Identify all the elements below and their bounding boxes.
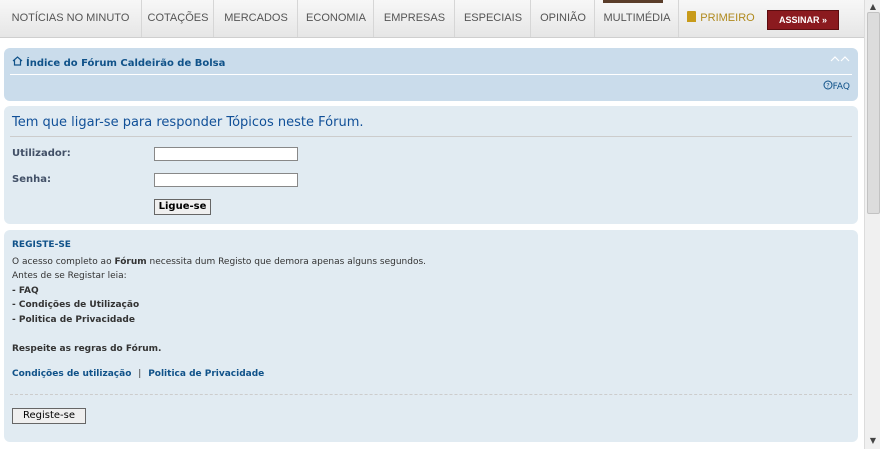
nav-item-primeiro[interactable]: PRIMEIRO <box>678 0 763 37</box>
nav-item-empresas[interactable]: EMPRESAS <box>373 0 455 37</box>
terms-link[interactable]: Condições de utilização <box>12 369 131 379</box>
login-panel: Tem que ligar-se para responder Tópicos … <box>4 106 858 224</box>
nav-item-especiais[interactable]: ESPECIAIS <box>454 0 531 37</box>
subscribe-button[interactable]: ASSINAR » <box>767 10 839 30</box>
forum-index-link[interactable]: Índice do Fórum Caldeirão de Bolsa <box>26 58 225 69</box>
nav-item-noticias-no-minuto[interactable]: NOTÍCIAS NO MINUTO <box>0 0 141 37</box>
register-intro: O acesso completo ao Fórum necessita dum… <box>12 257 426 267</box>
register-button[interactable]: Registe-se <box>12 408 86 424</box>
forum-emphasis: Fórum <box>114 257 147 267</box>
register-read-first: Antes de se Registar leia: <box>12 271 127 281</box>
promo-thumbnail <box>603 0 663 3</box>
respect-rules-text: Respeite as regras do Fórum. <box>12 344 162 354</box>
svg-text:?: ? <box>826 82 829 90</box>
nav-item-opiniao[interactable]: OPINIÃO <box>530 0 595 37</box>
vertical-scrollbar[interactable]: ▲ ▼ <box>864 0 880 449</box>
breadcrumb-panel: Índice do Fórum Caldeirão de Bolsa ? FAQ <box>4 48 858 101</box>
register-title: REGISTE-SE <box>12 240 71 250</box>
nav-item-mercados[interactable]: MERCADOS <box>213 0 298 37</box>
premium-logo-icon <box>687 11 697 22</box>
collapse-icon[interactable] <box>830 53 850 66</box>
register-links: Condições de utilização | Politica de Pr… <box>12 369 264 379</box>
subscribe-label: ASSINAR <box>778 15 820 25</box>
scroll-down-arrow-icon[interactable]: ▼ <box>868 436 878 446</box>
username-field[interactable] <box>154 147 298 161</box>
faq-link[interactable]: ? FAQ <box>823 80 850 92</box>
breadcrumb-divider <box>10 74 852 75</box>
register-divider <box>10 394 852 395</box>
register-item-faq: - FAQ <box>12 286 39 296</box>
double-chevron-icon: » <box>822 15 828 25</box>
link-separator: | <box>138 369 142 379</box>
login-button[interactable]: Ligue-se <box>154 199 211 215</box>
nav-item-multimedia[interactable]: MULTIMÉDIA <box>594 0 679 37</box>
register-item-terms: - Condições de Utilização <box>12 300 140 310</box>
username-label: Utilizador: <box>12 148 71 159</box>
faq-label: FAQ <box>832 82 850 92</box>
nav-premium-label: PRIMEIRO <box>700 12 755 24</box>
register-panel: REGISTE-SE O acesso completo ao Fórum ne… <box>4 230 858 442</box>
register-intro-text-end: necessita dum Registo que demora apenas … <box>146 257 427 267</box>
home-icon <box>12 56 23 69</box>
scroll-up-arrow-icon[interactable]: ▲ <box>868 2 878 12</box>
login-heading: Tem que ligar-se para responder Tópicos … <box>12 115 364 130</box>
password-field[interactable] <box>154 173 298 187</box>
login-divider <box>10 136 852 137</box>
privacy-link[interactable]: Politica de Privacidade <box>148 369 264 379</box>
password-label: Senha: <box>12 174 51 185</box>
scroll-thumb[interactable] <box>867 12 880 214</box>
breadcrumb[interactable]: Índice do Fórum Caldeirão de Bolsa <box>12 56 225 69</box>
register-intro-text: O acesso completo ao <box>12 257 115 267</box>
nav-item-economia[interactable]: ECONOMIA <box>297 0 374 37</box>
register-item-privacy: - Politica de Privacidade <box>12 315 135 325</box>
help-icon: ? <box>823 80 833 90</box>
top-navigation: NOTÍCIAS NO MINUTO COTAÇÕES MERCADOS ECO… <box>0 0 864 38</box>
nav-item-cotacoes[interactable]: COTAÇÕES <box>141 0 214 37</box>
